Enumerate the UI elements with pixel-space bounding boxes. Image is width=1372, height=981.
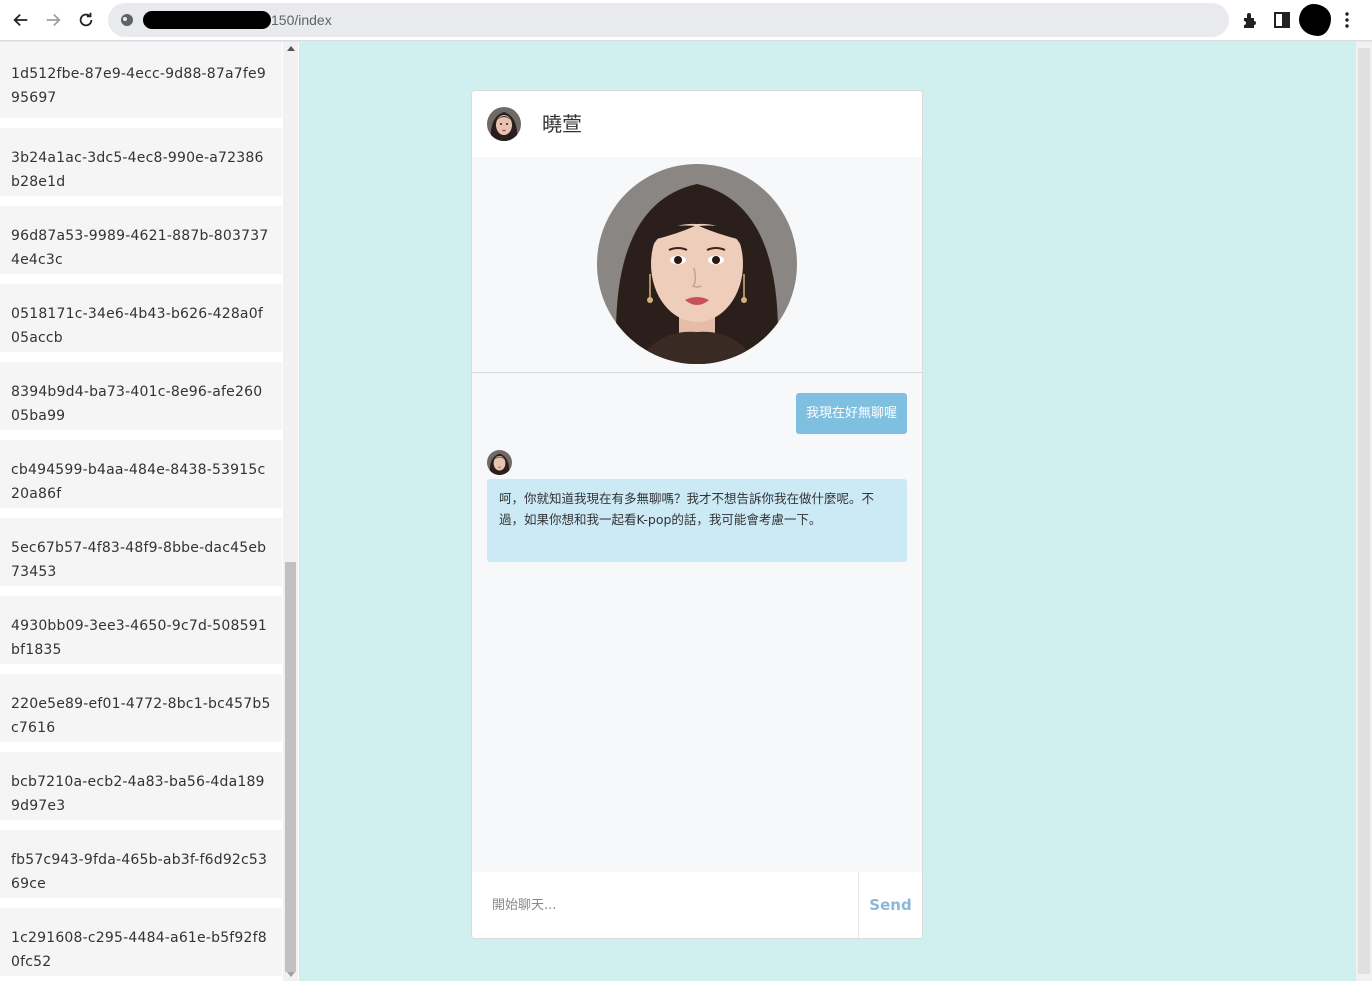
chat-header: 曉萱 [472,91,922,157]
character-profile [472,157,922,373]
chat-input[interactable] [472,872,858,938]
session-item[interactable]: bcb7210a-ecb2-4a83-ba56-4da1899d97e3 [0,752,282,820]
sidebar-scrollbar[interactable] [283,42,298,981]
send-button[interactable]: Send [858,872,922,938]
url-text: 150/index [271,12,332,28]
session-item[interactable]: cb494599-b4aa-484e-8438-53915c20a86f [0,440,282,508]
bot-avatar [487,450,512,475]
menu-dots-icon[interactable] [1337,10,1357,30]
page-scroll-thumb[interactable] [1358,48,1370,974]
sidebar-scroll-thumb[interactable] [285,562,296,972]
session-id: fb57c943-9fda-465b-ab3f-f6d92c5369ce [11,852,268,892]
extensions-icon[interactable] [1240,10,1260,30]
profile-avatar[interactable] [1299,4,1331,36]
session-id: 0518171c-34e6-4b43-b626-428a0f05accb [11,306,263,346]
bot-message-bubble: 呵，你就知道我現在有多無聊嗎？我才不想告訴你我在做什麼呢。不過，如果你想和我一起… [487,479,907,562]
session-id: bcb7210a-ecb2-4a83-ba56-4da1899d97e3 [11,774,265,814]
page-scrollbar[interactable] [1356,42,1372,981]
session-sidebar: 1d512fbe-87e9-4ecc-9d88-87a7fe995697 3b2… [0,42,300,981]
session-id: cb494599-b4aa-484e-8438-53915c20a86f [11,462,266,502]
redacted-url-mark [143,11,271,29]
session-id: 3b24a1ac-3dc5-4ec8-990e-a72386b28e1d [11,150,264,190]
chat-window: 曉萱 我現在好無聊喔 呵，你就知道我現在有多無聊嗎？我才不想告訴你我在做什麼呢。… [471,90,923,939]
scroll-up-arrow-icon[interactable] [287,46,295,51]
session-id: 220e5e89-ef01-4772-8bc1-bc457b5c7616 [11,696,271,736]
address-bar[interactable]: 150/index [108,3,1229,37]
session-item[interactable]: 0518171c-34e6-4b43-b626-428a0f05accb [0,284,282,352]
session-item[interactable]: 8394b9d4-ba73-401c-8e96-afe26005ba99 [0,362,282,430]
character-name: 曉萱 [542,112,582,136]
scroll-down-arrow-icon[interactable] [287,972,295,977]
session-item[interactable]: 1c291608-c295-4484-a61e-b5f92f80fc52 [0,908,282,976]
session-item[interactable]: 4930bb09-3ee3-4650-9c7d-508591bf1835 [0,596,282,664]
session-item[interactable]: fb57c943-9fda-465b-ab3f-f6d92c5369ce [0,830,282,898]
side-panel-icon[interactable] [1272,10,1292,30]
session-id: 96d87a53-9989-4621-887b-8037374e4c3c [11,228,269,268]
forward-arrow-icon[interactable] [40,7,66,33]
session-item[interactable]: 220e5e89-ef01-4772-8bc1-bc457b5c7616 [0,674,282,742]
back-arrow-icon[interactable] [8,7,34,33]
chat-input-row: Send [472,872,922,938]
session-id: 1c291608-c295-4484-a61e-b5f92f80fc52 [11,930,267,970]
session-item[interactable]: 5ec67b57-4f83-48f9-8bbe-dac45eb73453 [0,518,282,586]
browser-toolbar: 150/index [0,0,1372,41]
session-item[interactable]: 1d512fbe-87e9-4ecc-9d88-87a7fe995697 [0,42,282,118]
session-item[interactable]: 96d87a53-9989-4621-887b-8037374e4c3c [0,206,282,274]
site-info-icon[interactable] [120,13,134,27]
session-id: 1d512fbe-87e9-4ecc-9d88-87a7fe995697 [11,66,266,106]
reload-icon[interactable] [73,7,99,33]
character-portrait [597,164,797,364]
session-id: 4930bb09-3ee3-4650-9c7d-508591bf1835 [11,618,267,658]
session-list: 1d512fbe-87e9-4ecc-9d88-87a7fe995697 3b2… [0,42,282,981]
user-message-bubble: 我現在好無聊喔 [795,393,907,434]
session-item[interactable]: 3b24a1ac-3dc5-4ec8-990e-a72386b28e1d [0,128,282,196]
session-id: 5ec67b57-4f83-48f9-8bbe-dac45eb73453 [11,540,267,580]
session-id: 8394b9d4-ba73-401c-8e96-afe26005ba99 [11,384,263,424]
character-avatar [487,107,521,141]
message-list: 我現在好無聊喔 呵，你就知道我現在有多無聊嗎？我才不想告訴你我在做什麼呢。不過，… [472,374,922,872]
